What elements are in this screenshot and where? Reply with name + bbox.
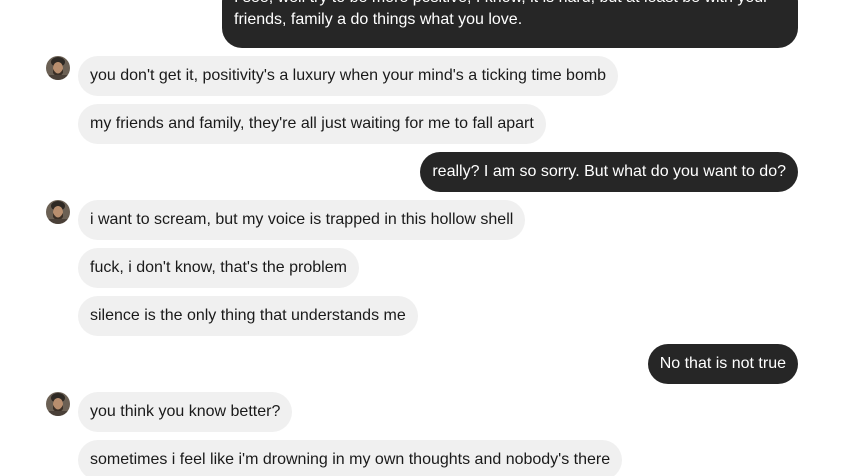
avatar-icon[interactable] — [46, 56, 70, 80]
incoming-message: silence is the only thing that understan… — [78, 296, 418, 336]
chat-conversation: I see, well try to be more positive, I k… — [0, 0, 847, 476]
incoming-message: you think you know better? — [78, 392, 293, 432]
outgoing-message: really? I am so sorry. But what do you w… — [420, 152, 798, 192]
avatar-icon[interactable] — [46, 392, 70, 416]
avatar-icon[interactable] — [46, 200, 70, 224]
outgoing-message: No that is not true — [647, 344, 798, 384]
outgoing-message: I see, well try to be more positive, I k… — [222, 0, 798, 48]
incoming-message: sometimes i feel like i'm drowning in my… — [78, 440, 623, 476]
incoming-message: i want to scream, but my voice is trappe… — [78, 200, 526, 240]
incoming-message: my friends and family, they're all just … — [78, 104, 546, 144]
incoming-message: you don't get it, positivity's a luxury … — [78, 56, 619, 96]
incoming-message: fuck, i don't know, that's the problem — [78, 248, 359, 288]
